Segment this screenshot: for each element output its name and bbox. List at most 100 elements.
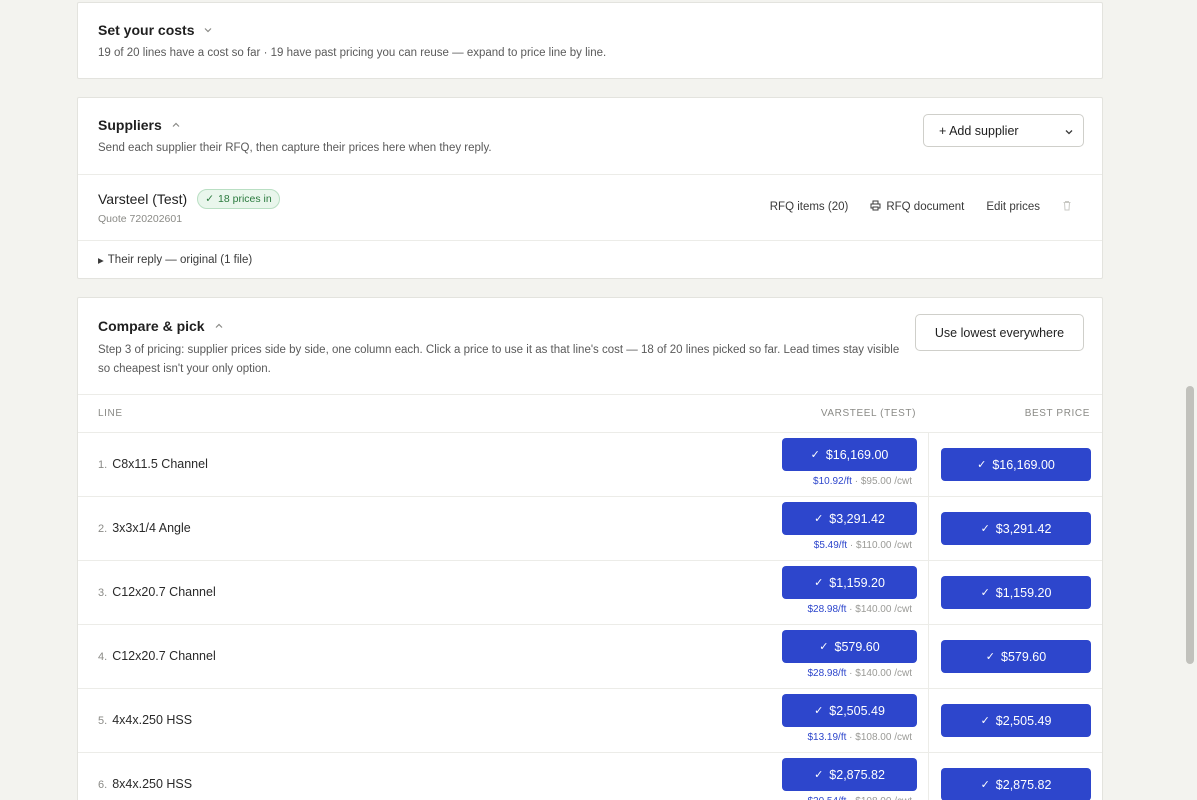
rfq-items-link[interactable]: RFQ items (20) [770, 201, 849, 213]
suppliers-title: Suppliers [98, 117, 162, 133]
add-supplier-select[interactable]: + Add supplier [923, 114, 1084, 147]
best-price-button[interactable]: ✓ $579.60 [941, 640, 1091, 673]
supplier-price-button[interactable]: ✓ $2,875.82 [782, 758, 917, 791]
rfq-items-label: RFQ items (20) [769, 201, 849, 213]
unit-prices: $28.98/ft · $140.00 /cwt [807, 604, 912, 615]
best-price: $579.60 [1001, 649, 1047, 664]
line-number: 6. [98, 779, 108, 791]
check-icon: ✓ [810, 449, 820, 461]
line-label: 4. C12x20.7 Channel [98, 649, 216, 663]
best-price: $3,291.42 [995, 521, 1052, 536]
table-row: 5. 4x4x.250 HSS ✓ $2,505.49 $13.19/ft · $108… [78, 689, 1102, 753]
supplier-price-button[interactable]: ✓ $16,169.00 [782, 438, 917, 471]
price-per-ft: $10.92/ft [813, 476, 852, 487]
rfq-document-link[interactable]: RFQ document [870, 200, 964, 214]
price-per-ft: $28.98/ft [807, 604, 847, 615]
dot-separator: · [846, 604, 856, 615]
check-icon: ✓ [814, 769, 824, 781]
set-costs-subtitle: 19 of 20 lines have a cost so far · 19 h… [98, 47, 607, 59]
line-name: 3x3x1/4 Angle [112, 521, 191, 535]
price-per-cwt: $95.00 /cwt [860, 476, 912, 487]
price-per-cwt: $108.00 /cwt [855, 732, 912, 743]
their-reply-toggle[interactable]: ▸ Their reply — original (1 file) [98, 253, 252, 267]
unit-prices: $10.92/ft · $95.00 /cwt [813, 476, 912, 487]
prices-in-badge: ✓ 18 prices in [197, 189, 280, 209]
compare-card: Compare & pick Step 3 of pricing: suppli… [77, 297, 1103, 800]
caret-right-icon: ▸ [98, 255, 104, 267]
price-per-ft: $13.19/ft [807, 732, 847, 743]
column-header-supplier: VARSTEEL (TEST) [820, 408, 916, 419]
column-divider [928, 753, 929, 800]
check-icon: ✓ [205, 193, 215, 205]
column-divider [928, 561, 929, 624]
best-price-button[interactable]: ✓ $3,291.42 [941, 512, 1091, 545]
line-name: 4x4x.250 HSS [112, 713, 193, 727]
line-label: 6. 8x4x.250 HSS [98, 777, 192, 791]
use-lowest-button[interactable]: Use lowest everywhere [915, 314, 1084, 351]
column-divider [928, 625, 929, 688]
chevron-down-icon [203, 25, 213, 35]
supplier-price: $2,505.49 [829, 703, 885, 718]
set-costs-toggle[interactable]: Set your costs [98, 22, 213, 38]
suppliers-toggle[interactable]: Suppliers [98, 117, 181, 133]
set-costs-card: Set your costs 19 of 20 lines have a cos… [77, 2, 1103, 79]
line-name: 8x4x.250 HSS [112, 777, 193, 791]
column-divider [928, 497, 929, 560]
supplier-price-button[interactable]: ✓ $1,159.20 [782, 566, 917, 599]
best-price-button[interactable]: ✓ $2,875.82 [941, 768, 1091, 800]
line-number: 1. [98, 459, 108, 471]
column-divider [928, 689, 929, 752]
supplier-price: $579.60 [834, 639, 880, 654]
unit-prices: $13.19/ft · $108.00 /cwt [807, 732, 912, 743]
check-icon: ✓ [980, 779, 990, 791]
table-row: 4. C12x20.7 Channel ✓ $579.60 $28.98/ft · $1… [78, 625, 1102, 689]
delete-supplier-button[interactable] [1062, 200, 1072, 214]
price-per-cwt: $140.00 /cwt [855, 604, 912, 615]
table-row: 6. 8x4x.250 HSS ✓ $2,875.82 $20.54/ft · $108… [78, 753, 1102, 800]
line-number: 5. [98, 715, 108, 727]
compare-toggle[interactable]: Compare & pick [98, 318, 224, 334]
best-price-button[interactable]: ✓ $2,505.49 [941, 704, 1091, 737]
suppliers-subtitle: Send each supplier their RFQ, then captu… [98, 142, 492, 154]
column-header-line: LINE [98, 408, 123, 419]
dot-separator: · [846, 668, 856, 679]
dot-separator: · [846, 732, 856, 743]
unit-prices: $20.54/ft · $108.00 /cwt [807, 796, 912, 800]
supplier-price: $16,169.00 [825, 447, 889, 462]
chevron-up-icon [214, 321, 224, 331]
best-price: $2,875.82 [995, 777, 1052, 792]
supplier-price: $1,159.20 [829, 575, 885, 590]
compare-description: Step 3 of pricing: supplier prices side … [98, 344, 900, 375]
supplier-price-button[interactable]: ✓ $2,505.49 [782, 694, 917, 727]
their-reply-label: Their reply — original (1 file) [107, 254, 253, 266]
scrollbar-thumb[interactable] [1186, 386, 1194, 664]
table-header: LINE VARSTEEL (TEST) BEST PRICE [78, 394, 1102, 433]
best-price: $1,159.20 [995, 585, 1052, 600]
column-divider [928, 433, 929, 496]
scrollbar[interactable] [1183, 0, 1197, 800]
prices-in-label: 18 prices in [218, 193, 272, 205]
check-icon: ✓ [980, 523, 990, 535]
column-header-best: BEST PRICE [1024, 408, 1090, 419]
dot-separator: · [847, 540, 857, 551]
chevron-up-icon [171, 120, 181, 130]
check-icon: ✓ [980, 587, 990, 599]
supplier-price-button[interactable]: ✓ $579.60 [782, 630, 917, 663]
unit-prices: $5.49/ft · $110.00 /cwt [814, 540, 912, 551]
edit-prices-link[interactable]: Edit prices [986, 201, 1040, 213]
check-icon: ✓ [814, 513, 824, 525]
suppliers-card: Suppliers Send each supplier their RFQ, … [77, 97, 1103, 279]
supplier-name: Varsteel (Test) [98, 191, 188, 207]
table-row: 1. C8x11.5 Channel ✓ $16,169.00 $10.92/ft · … [78, 433, 1102, 497]
best-price-button[interactable]: ✓ $16,169.00 [941, 448, 1091, 481]
price-per-ft: $28.98/ft [807, 668, 847, 679]
line-label: 3. C12x20.7 Channel [98, 585, 216, 599]
supplier-price-button[interactable]: ✓ $3,291.42 [782, 502, 917, 535]
best-price-button[interactable]: ✓ $1,159.20 [941, 576, 1091, 609]
line-name: C12x20.7 Channel [112, 649, 216, 663]
price-per-ft: $5.49/ft [813, 540, 848, 551]
supplier-price: $2,875.82 [829, 767, 885, 782]
check-icon: ✓ [980, 715, 990, 727]
unit-prices: $28.98/ft · $140.00 /cwt [807, 668, 912, 679]
line-number: 2. [98, 523, 108, 535]
